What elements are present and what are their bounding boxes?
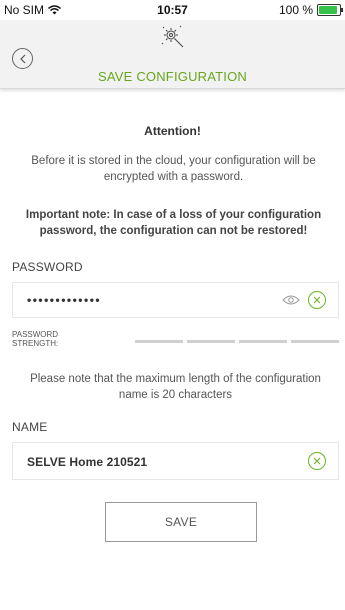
name-field[interactable]: SELVE Home 210521 (12, 442, 339, 480)
strength-segment (291, 340, 339, 343)
eye-icon[interactable] (282, 294, 300, 306)
strength-segment (187, 340, 235, 343)
strength-label-line2: STRENGTH: (12, 339, 59, 348)
close-icon (313, 296, 321, 304)
strength-label-line1: PASSWORD (12, 330, 59, 339)
password-label: PASSWORD (12, 260, 83, 274)
name-length-note: Please note that the maximum length of t… (30, 373, 321, 401)
gear-wand-icon (161, 25, 184, 48)
attention-heading: Attention! (144, 124, 201, 138)
battery-icon (317, 4, 343, 16)
battery-tip (341, 8, 343, 12)
important-note: Important note: In case of a loss of you… (25, 209, 322, 237)
status-right: 100 % (278, 3, 343, 17)
close-icon (313, 457, 321, 465)
description-text: Before it is stored in the cloud, your c… (31, 155, 316, 183)
battery-percent: 100 % (278, 3, 313, 17)
password-value: ••••••••••••• (27, 293, 102, 307)
name-label: NAME (12, 420, 48, 434)
password-field[interactable]: ••••••••••••• (12, 282, 339, 318)
header: SAVE CONFIGURATION (0, 20, 345, 89)
page-title: SAVE CONFIGURATION (97, 69, 248, 84)
name-clear-icon[interactable] (308, 452, 326, 470)
password-clear-icon[interactable] (308, 291, 326, 309)
back-button[interactable] (12, 48, 33, 69)
strength-label: PASSWORD STRENGTH: (12, 330, 58, 348)
chevron-left-icon (19, 54, 25, 63)
strength-segment (239, 340, 287, 343)
status-bar: No SIM 10:57 100 % (0, 0, 345, 20)
strength-segment (135, 340, 183, 343)
name-value: SELVE Home 210521 (27, 455, 148, 469)
save-button[interactable]: SAVE (105, 502, 257, 542)
battery-level (319, 6, 337, 14)
